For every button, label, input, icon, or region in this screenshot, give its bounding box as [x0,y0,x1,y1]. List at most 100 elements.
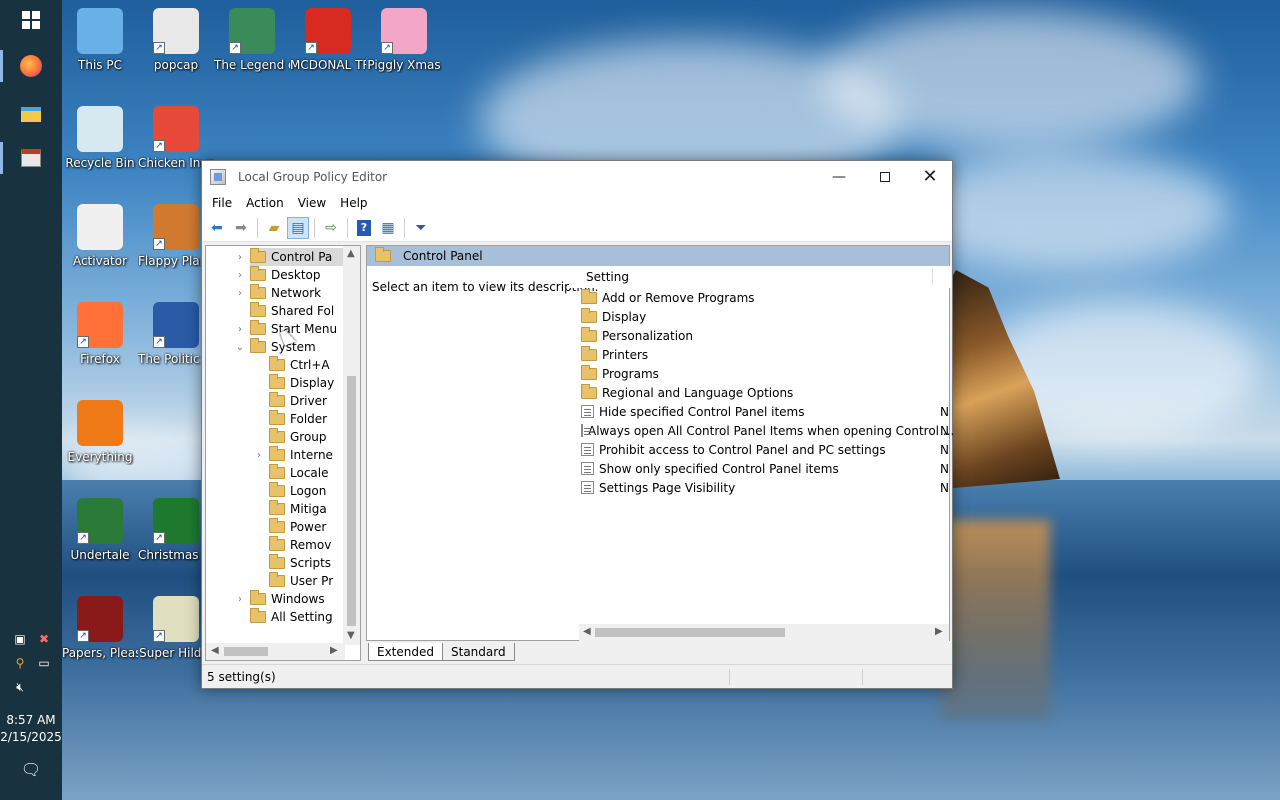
policy-setting-icon [581,481,594,494]
tree-item[interactable]: User Pr [269,572,333,590]
export-list-button[interactable]: ⇨ [320,217,342,239]
tree-item[interactable]: Power [269,518,326,536]
taskbar-firefox[interactable] [10,48,52,84]
scroll-thumb[interactable] [595,628,785,637]
tree-item[interactable]: › Interne [257,446,333,464]
setting-row[interactable]: Display [581,307,951,326]
tree-item[interactable]: Scripts [269,554,331,572]
desktop-icon[interactable]: Everything [62,400,138,465]
tree-item[interactable]: › Control Pa [238,248,350,266]
setting-row[interactable]: Printers [581,345,951,364]
desktop-icon[interactable]: This PC [62,8,138,73]
tree-item[interactable]: Group [269,428,327,446]
setting-row[interactable]: Settings Page Visibility N [581,478,951,497]
setting-row[interactable]: Show only specified Control Panel items N [581,459,951,478]
column-header-setting[interactable]: Setting [569,266,951,288]
setting-row[interactable]: Regional and Language Options [581,383,951,402]
expander-icon[interactable]: › [234,324,246,335]
setting-row[interactable]: Hide specified Control Panel items N [581,402,951,421]
tree-item[interactable]: › Windows [238,590,325,608]
folder-icon [269,374,285,389]
show-hide-tree-button[interactable]: ▤ [287,216,309,239]
menu-view[interactable]: View [291,196,333,210]
filter-button[interactable]: ⏷ [410,217,432,239]
tab-standard[interactable]: Standard [442,643,515,661]
desktop-icon[interactable]: ↗ Undertale [62,498,138,563]
tree-item[interactable]: Driver [269,392,327,410]
expander-icon[interactable]: ⌄ [234,342,246,353]
scroll-right-icon[interactable]: ▶ [935,626,943,637]
back-button[interactable]: ⬅ [206,217,228,239]
tree-item[interactable]: › Desktop [238,266,321,284]
maximize-button[interactable] [862,161,908,192]
desktop-icon[interactable]: ↗ MCDONAL TREASURE... [290,8,366,73]
tree-item[interactable]: Locale [269,464,328,482]
tree-vertical-scrollbar[interactable]: ▲ ▼ [343,246,360,645]
tray-volume-muted-icon[interactable]: 🔇︎ [11,678,29,696]
setting-row[interactable]: Always open All Control Panel Items when… [581,421,954,440]
minimize-button[interactable]: — [816,161,862,192]
policy-editor-icon [210,168,226,185]
group-policy-window[interactable]: Local Group Policy Editor — ✕ File Actio… [201,160,954,689]
close-button[interactable]: ✕ [907,161,953,192]
panel-header: Control Panel [367,246,949,266]
setting-row[interactable]: Personalization [581,326,951,345]
tray-antivirus-icon[interactable]: ✖ [35,630,53,648]
forward-button[interactable]: ➡ [230,217,252,239]
tree-item[interactable]: All Setting [250,608,333,626]
menu-help[interactable]: Help [333,196,374,210]
menu-action[interactable]: Action [239,196,291,210]
desktop-icon[interactable]: Recycle Bin [62,106,138,171]
notification-icon[interactable]: 🗨︎ [21,760,41,779]
setting-row[interactable]: Prohibit access to Control Panel and PC … [581,440,951,459]
tree-item-label: All Setting [271,610,333,624]
console-tree[interactable]: › Control Pa › Desktop › Network Shared Fol › St… [205,245,361,661]
expander-icon[interactable]: › [234,270,246,281]
up-one-level-button[interactable]: ▰ [263,217,285,239]
menu-file[interactable]: File [205,196,239,210]
scroll-down-icon[interactable]: ▼ [347,630,355,641]
expander-icon[interactable]: › [253,450,265,461]
desktop-icon[interactable]: ↗ Piggly Xmas [366,8,442,73]
scroll-left-icon[interactable]: ◀ [211,645,219,656]
scroll-thumb[interactable] [224,647,268,656]
tree-item[interactable]: Folder [269,410,327,428]
desktop-icon[interactable]: ↗ popcap [138,8,214,73]
tray-network-icon[interactable]: ▣ [11,630,29,648]
desktop-icon[interactable]: Activator [62,204,138,269]
help-button[interactable]: ? [353,217,375,239]
folder-icon [269,482,285,497]
setting-row[interactable]: Add or Remove Programs [581,288,951,307]
tree-item[interactable]: Remov [269,536,331,554]
tray-display-icon[interactable]: ▭ [35,654,53,672]
tree-item[interactable]: Logon [269,482,326,500]
list-horizontal-scrollbar[interactable]: ◀ ▶ [579,624,949,641]
tree-item[interactable]: Shared Fol [250,302,334,320]
expander-icon[interactable]: › [234,288,246,299]
expander-icon[interactable]: › [234,594,246,605]
folder-icon [269,410,285,425]
tree-horizontal-scrollbar[interactable]: ◀ ▶ [206,643,345,660]
tree-item[interactable]: Display [269,374,334,392]
desktop-icon[interactable]: ↗ The Legend of Zilda [214,8,290,73]
tree-item[interactable]: Ctrl+A [269,356,330,374]
tree-item[interactable]: Mitiga [269,500,327,518]
scroll-right-icon[interactable]: ▶ [330,645,338,656]
taskbar-file-explorer[interactable] [10,96,52,132]
desktop-icon[interactable]: ↗ Firefox [62,302,138,367]
taskbar-group-policy[interactable] [10,140,52,176]
clock[interactable]: 8:57 AM 2/15/2025 [0,712,62,746]
setting-row[interactable]: Programs [581,364,951,383]
shortcut-arrow-icon: ↗ [381,42,393,54]
scroll-up-icon[interactable]: ▲ [347,248,355,259]
tree-item[interactable]: › Network [238,284,321,302]
properties-button[interactable]: ▦ [377,217,399,239]
tray-search-icon[interactable]: ⚲ [11,654,29,672]
start-button[interactable] [10,2,52,38]
desktop-icon[interactable]: ↗ Papers, Please [62,596,138,661]
scroll-thumb[interactable] [347,376,356,626]
expander-icon[interactable]: › [234,252,246,263]
tab-extended[interactable]: Extended [368,643,443,661]
scroll-left-icon[interactable]: ◀ [583,626,591,637]
title-bar[interactable]: Local Group Policy Editor — ✕ [202,161,952,192]
